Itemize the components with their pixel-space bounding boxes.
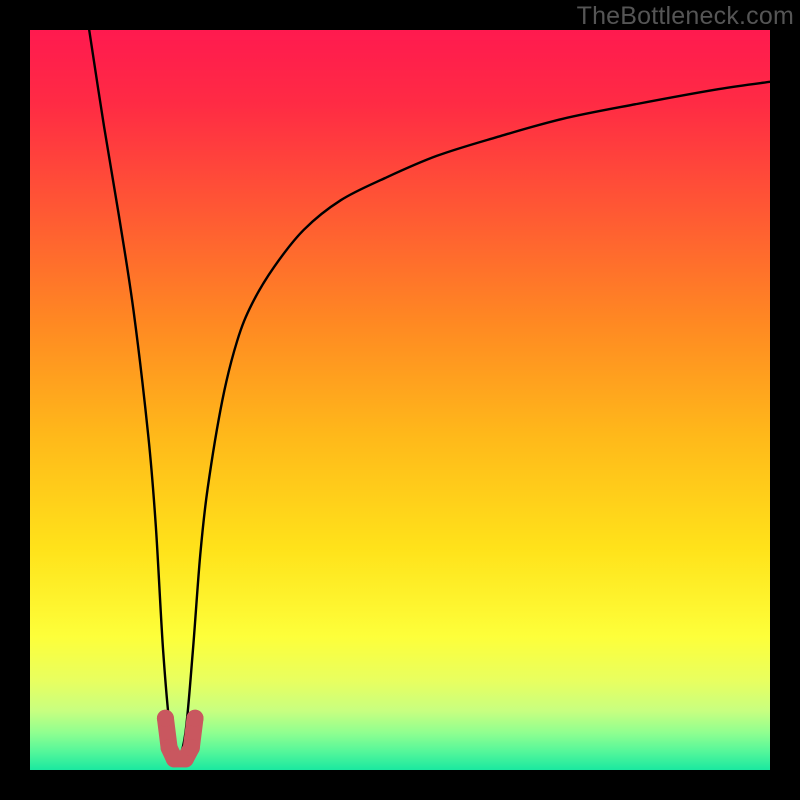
chart-frame bbox=[30, 30, 770, 770]
bottleneck-curve bbox=[89, 30, 770, 755]
marker-right-marker-low bbox=[183, 739, 200, 756]
watermark-text: TheBottleneck.com bbox=[577, 2, 794, 31]
notch-markers bbox=[157, 710, 204, 768]
marker-right-marker bbox=[187, 710, 204, 727]
chart-curve-layer bbox=[30, 30, 770, 770]
marker-left-marker bbox=[157, 710, 174, 727]
